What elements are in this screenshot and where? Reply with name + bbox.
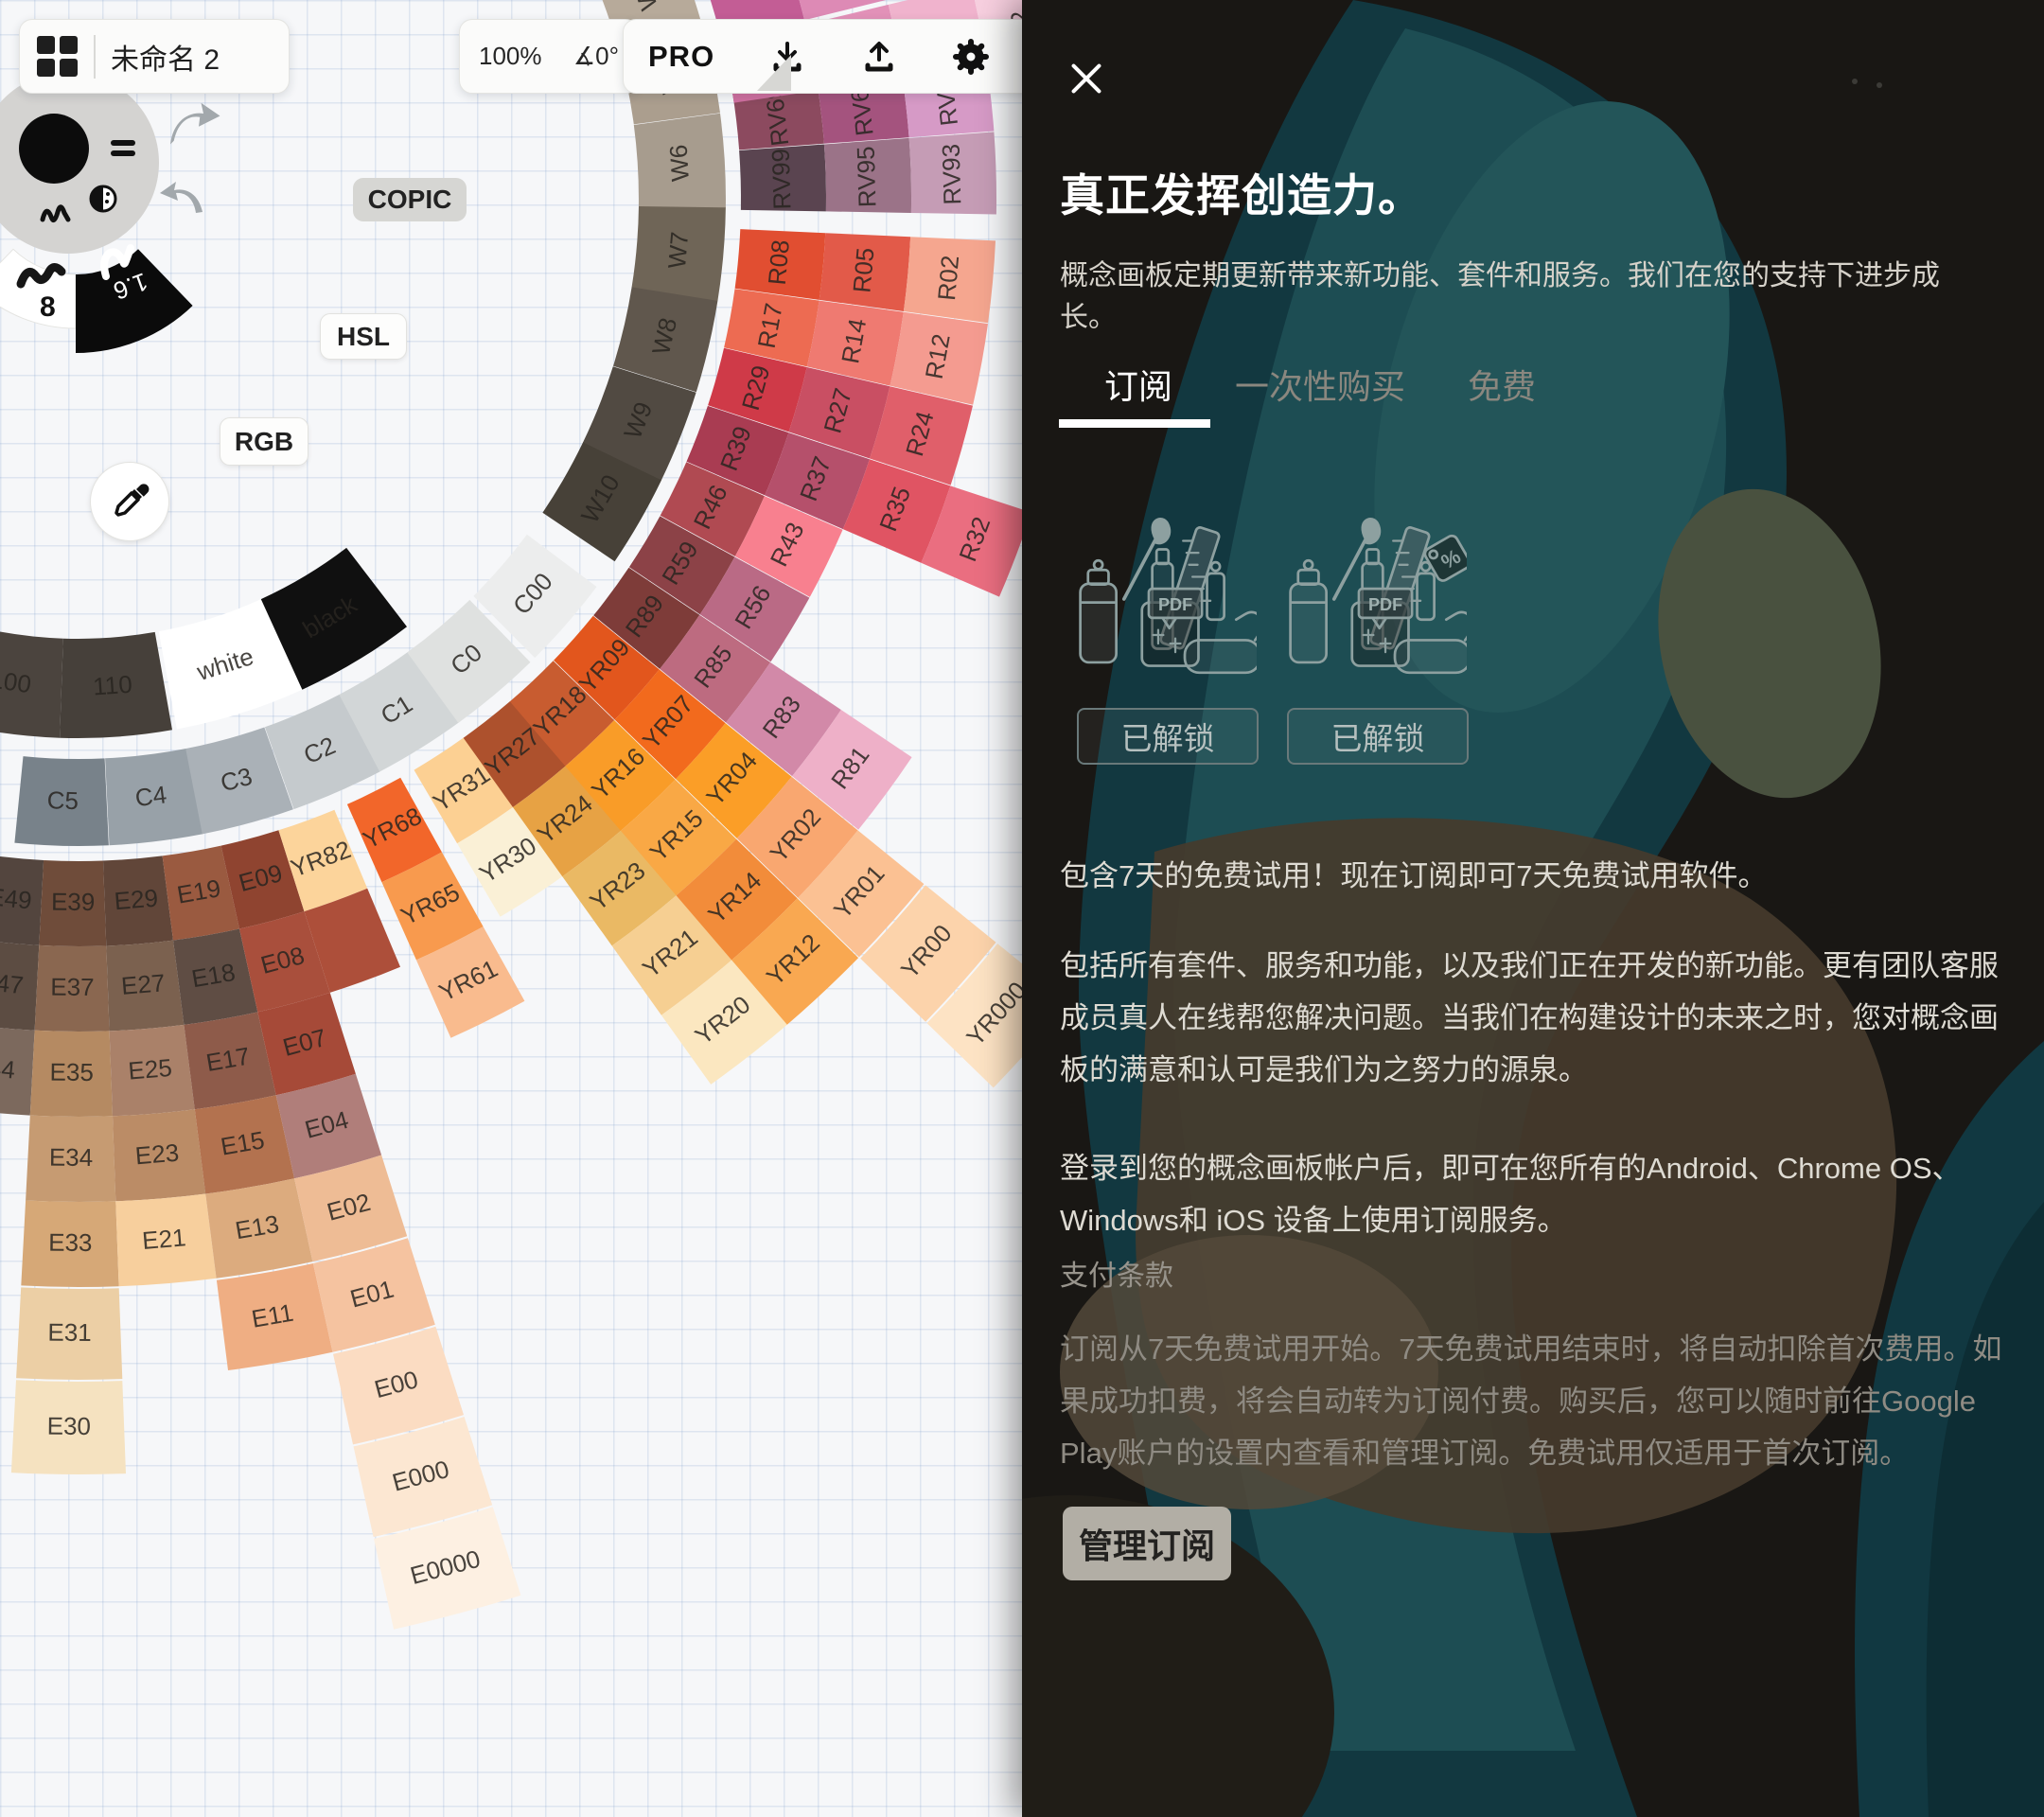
swatch-label: 110 [92,670,132,701]
swatch-label: E21 [141,1223,187,1255]
pro-button[interactable]: PRO [648,40,714,74]
art-supplies-illustration: PDF [1077,509,1257,689]
redo-icon[interactable] [170,103,220,145]
swatch-label: E23 [134,1138,181,1171]
art-supplies-discount-illustration: PDF % [1287,509,1467,689]
zoom-value: 100% [479,42,542,71]
swatch-label: R05 [847,246,879,293]
mode-hsl-button[interactable]: HSL [320,313,407,360]
size-label: 8 [40,291,56,323]
swatch-label: E33 [48,1228,93,1257]
main-toolbar: PRO ? [623,19,1090,94]
angle-value: ∡0° [573,42,619,71]
swatch-label: W7 [662,231,694,270]
subscription-panel: 真正发挥创造力。 概念画板定期更新带来新功能、套件和服务。我们在您的支持下进步成… [1022,0,2044,1817]
gallery-grid-icon[interactable] [37,36,79,78]
current-color-swatch[interactable] [19,114,89,184]
trial-line: 包含7天的免费试用！现在订阅即可7天免费试用软件。 [1060,850,2006,902]
svg-text:PDF: PDF [1368,595,1402,614]
swatch-label: R02 [932,255,964,302]
zoom-angle-card[interactable]: 100% ∡0° [459,19,639,94]
swatch-label: E35 [49,1058,94,1086]
manage-subscription-button[interactable]: 管理订阅 [1063,1507,1231,1580]
swatch-label: E34 [49,1143,94,1172]
swatch-label: R08 [763,238,795,286]
swatch-label: C5 [46,785,79,815]
swatch-label: E29 [114,884,160,916]
undo-icon[interactable] [160,182,203,213]
swatch-label: E25 [127,1053,173,1085]
swatch-label: C4 [133,780,168,812]
tab-free[interactable]: 免费 [1468,360,1536,409]
tab-one-time-purchase[interactable]: 一次性购买 [1235,360,1405,409]
copic-color-wheel[interactable]: 100110whiteblackC5C4C3C2C1C0C00W10W9W8W7… [0,0,1022,1817]
mode-rgb-button[interactable]: RGB [220,417,308,466]
app-screen: 100110whiteblackC5C4C3C2C1C0C00W10W9W8W7… [0,0,2044,1817]
mode-copic-button[interactable]: COPIC [353,178,467,221]
swatch-label: RV99 [766,149,797,210]
document-card[interactable]: 未命名 2 [19,19,290,94]
panel-subtitle: 概念画板定期更新带来新功能、套件和服务。我们在您的支持下进步成长。 [1060,256,1978,339]
swatch-label: E47 [0,967,25,999]
swatch-label: E39 [51,888,96,916]
swatch-label: E31 [47,1318,92,1347]
payment-terms-heading: 支付条款 [1060,1252,1173,1294]
panel-title: 真正发挥创造力。 [1060,159,1423,224]
devices-paragraph: 登录到您的概念画板帐户后，即可在您所有的Android、Chrome OS、Wi… [1060,1142,2006,1246]
swatch-label: RV93 [937,144,967,205]
benefits-paragraph: 包括所有套件、服务和功能，以及我们正在开发的新功能。更有团队客服成员真人在线帮您… [1060,940,2006,1096]
swatch-label: E30 [47,1412,92,1440]
swatch-label: W6 [664,144,695,183]
active-tab-underline [1059,419,1210,428]
divider [94,35,96,79]
swatch-label: E44 [0,1051,16,1084]
swatch-label: E37 [50,973,95,1001]
payment-terms-body: 订阅从7天免费试用开始。7天免费试用结束时，将自动扣除首次费用。如果成功扣费，将… [1060,1323,2006,1479]
swatch-label: E49 [0,882,33,914]
toolbar-fold-indicator [757,55,791,91]
tab-subscribe[interactable]: 订阅 [1104,360,1172,409]
settings-gear-icon[interactable] [952,38,990,76]
svg-text:PDF: PDF [1158,595,1192,614]
document-title: 未命名 2 [111,36,220,78]
plan-tabs: 订阅 一次性购买 免费 [1022,360,1536,409]
swatch-label: RV95 [852,146,882,207]
opacity-halfmoon-icon[interactable] [91,186,115,211]
swatch-label: E27 [120,968,167,1000]
export-icon[interactable] [860,38,898,76]
unlocked-button[interactable]: 已解锁 [1077,708,1259,765]
unlocked-button[interactable]: 已解锁 [1287,708,1469,765]
close-icon[interactable] [1065,57,1108,100]
size-wedge[interactable] [0,249,76,328]
eyedropper-button[interactable] [90,462,169,541]
tool-wheel[interactable] [0,72,159,254]
discount-tag-icon: % [1423,534,1467,583]
eyedropper-icon [109,481,150,522]
swatch-label: 100 [0,664,33,698]
